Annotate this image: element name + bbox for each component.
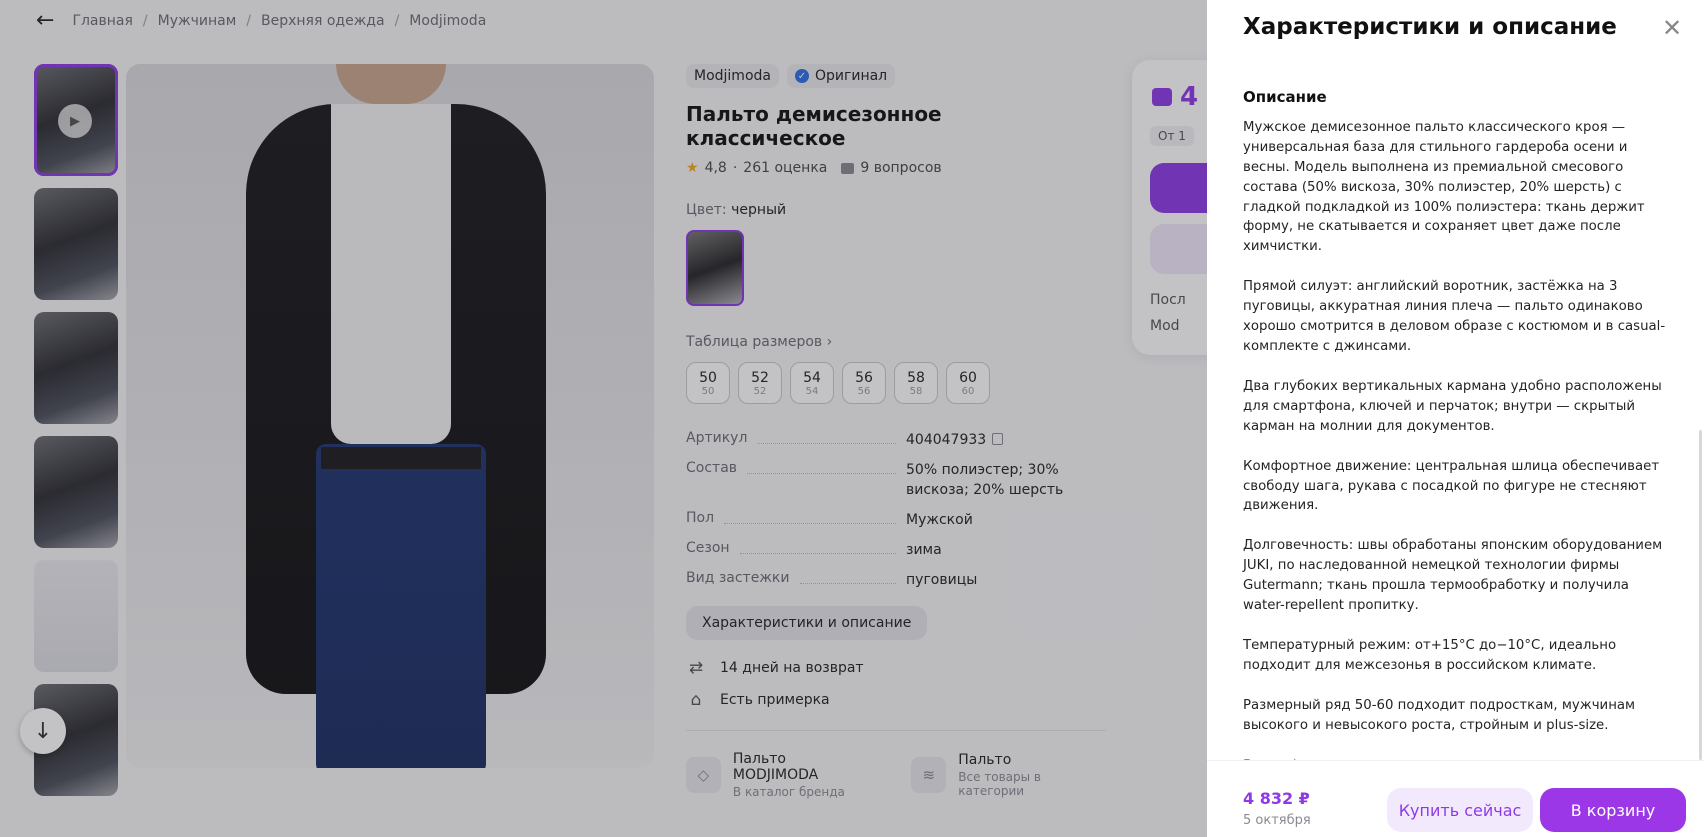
drawer-footer: 4 832 ₽ 5 октября Купить сейчас В корзин… <box>1207 760 1704 837</box>
description-paragraph: Прямой силуэт: английский воротник, заст… <box>1243 279 1666 354</box>
description-paragraph: Два глубоких вертикальных кармана удобно… <box>1243 378 1662 434</box>
buy-now-button[interactable]: Купить сейчас <box>1387 788 1533 832</box>
add-to-cart-button[interactable]: В корзину <box>1540 788 1686 832</box>
close-icon[interactable]: ✕ <box>1662 16 1682 40</box>
description-section: Описание Мужское демисезонное пальто кла… <box>1243 88 1671 795</box>
footer-delivery-date: 5 октября <box>1243 813 1311 828</box>
description-paragraph: Мужское демисезонное пальто классическог… <box>1243 119 1645 255</box>
footer-price: 4 832 ₽ <box>1243 789 1310 808</box>
modal-backdrop[interactable] <box>0 0 1207 837</box>
drawer-scrollbar[interactable] <box>1699 430 1702 760</box>
description-paragraph: Размерный ряд 50-60 подходит подросткам,… <box>1243 697 1636 733</box>
description-paragraph: Температурный режим: от+15°С до−10°С, ид… <box>1243 637 1617 673</box>
description-paragraph: Комфортное движение: центральная шлица о… <box>1243 458 1660 514</box>
drawer-title: Характеристики и описание <box>1243 14 1617 40</box>
characteristics-drawer: Характеристики и описание ✕ Описание Муж… <box>1207 0 1704 837</box>
description-paragraph: Долговечность: швы обработаны японским о… <box>1243 538 1663 614</box>
description-heading: Описание <box>1243 88 1327 106</box>
